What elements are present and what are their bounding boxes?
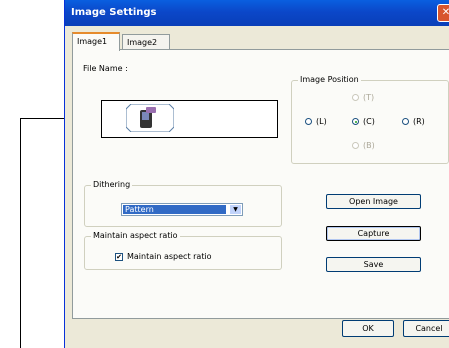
tab-panel: File Name : Image Position (T) (L) (C) (… (72, 49, 449, 319)
file-name-label: File Name : (83, 64, 128, 73)
open-image-button[interactable]: Open Image (326, 194, 421, 209)
radio-center-label: (C) (363, 117, 375, 126)
maintain-aspect-checkbox[interactable]: ✔ Maintain aspect ratio (115, 252, 212, 261)
radio-position-left[interactable]: (L) (305, 117, 327, 126)
chevron-down-icon[interactable]: ▼ (230, 205, 241, 214)
aspect-ratio-title: Maintain aspect ratio (91, 231, 180, 240)
image-position-group: Image Position (T) (L) (C) (R) (B) (291, 75, 449, 164)
radio-dot (352, 142, 359, 149)
close-icon[interactable]: ✕ (437, 4, 449, 22)
radio-position-center[interactable]: (C) (352, 117, 375, 126)
image-settings-dialog: Image Settings ✕ Image1 Image2 File Name… (64, 0, 449, 348)
tab-image2[interactable]: Image2 (122, 34, 170, 50)
radio-dot (352, 118, 359, 125)
checkmark-icon: ✔ (115, 252, 123, 261)
capture-button[interactable]: Capture (326, 226, 421, 241)
radio-dot (305, 118, 312, 125)
radio-left-label: (L) (316, 117, 327, 126)
radio-position-top[interactable]: (T) (352, 93, 374, 102)
maintain-aspect-label: Maintain aspect ratio (127, 252, 212, 261)
radio-dot (352, 94, 359, 101)
title-bar[interactable]: Image Settings ✕ (65, 0, 449, 26)
tab-image1[interactable]: Image1 (72, 32, 120, 51)
radio-dot (402, 118, 409, 125)
save-button[interactable]: Save (326, 257, 421, 272)
dithering-selected-value: Pattern (123, 205, 226, 214)
dithering-select[interactable]: Pattern ▼ (121, 203, 243, 216)
radio-right-label: (R) (413, 117, 425, 126)
cancel-button[interactable]: Cancel (403, 320, 449, 337)
radio-position-right[interactable]: (R) (402, 117, 425, 126)
ok-button[interactable]: OK (342, 320, 394, 337)
radio-top-label: (T) (363, 93, 375, 102)
dithering-title: Dithering (91, 180, 133, 189)
window-title: Image Settings (71, 7, 157, 18)
image-preview (101, 100, 278, 138)
callout-line-vertical (20, 118, 21, 348)
device-thumbnail-icon (126, 104, 174, 132)
radio-bottom-label: (B) (363, 141, 375, 150)
radio-position-bottom[interactable]: (B) (352, 141, 375, 150)
image-position-title: Image Position (298, 75, 361, 84)
